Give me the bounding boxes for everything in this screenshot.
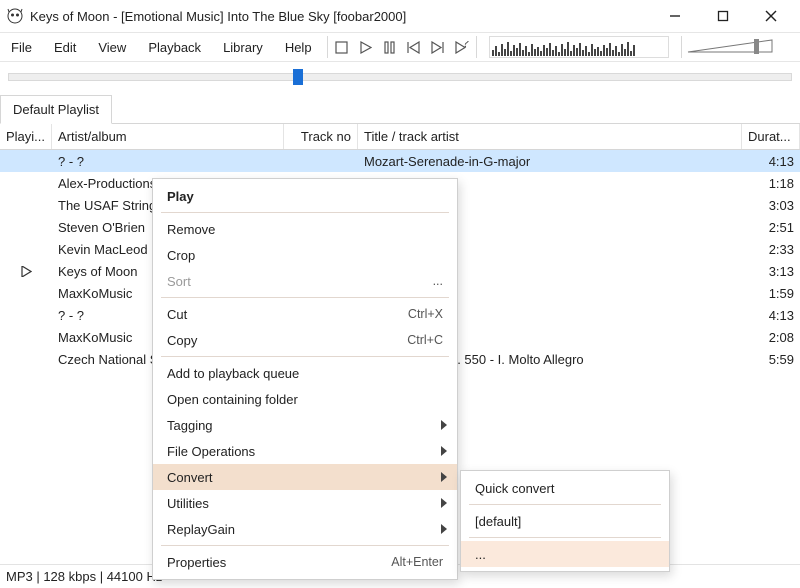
ctx-tagging[interactable]: Tagging xyxy=(153,412,457,438)
menu-file[interactable]: File xyxy=(0,36,43,59)
ctx-open-folder[interactable]: Open containing folder xyxy=(153,386,457,412)
ctx-utilities[interactable]: Utilities xyxy=(153,490,457,516)
submenu-default[interactable]: [default] xyxy=(461,508,669,534)
ctx-cut[interactable]: CutCtrl+X xyxy=(153,301,457,327)
window-title: Keys of Moon - [Emotional Music] Into Th… xyxy=(30,9,660,24)
chevron-right-icon xyxy=(441,524,447,534)
ctx-crop[interactable]: Crop xyxy=(153,242,457,268)
submenu-more[interactable]: ... xyxy=(461,541,669,567)
chevron-right-icon xyxy=(441,420,447,430)
chevron-right-icon xyxy=(441,472,447,482)
col-artist[interactable]: Artist/album xyxy=(52,124,284,149)
playback-toolbar: ? xyxy=(332,37,472,57)
menu-view[interactable]: View xyxy=(87,36,137,59)
col-playing[interactable]: Playi... xyxy=(0,124,52,149)
status-text: MP3 | 128 kbps | 44100 Hz xyxy=(6,569,162,584)
close-button[interactable] xyxy=(756,3,786,29)
context-menu: Play Remove Crop Sort... CutCtrl+X CopyC… xyxy=(152,178,458,580)
pause-button[interactable] xyxy=(380,37,400,57)
convert-submenu: Quick convert [default] ... xyxy=(460,470,670,572)
col-title[interactable]: Title / track artist xyxy=(358,124,742,149)
volume-slider[interactable] xyxy=(686,36,776,58)
ctx-convert[interactable]: Convert xyxy=(153,464,457,490)
col-duration[interactable]: Durat... xyxy=(742,124,800,149)
seek-bar[interactable] xyxy=(8,66,792,88)
tab-default-playlist[interactable]: Default Playlist xyxy=(0,95,112,124)
titlebar: Keys of Moon - [Emotional Music] Into Th… xyxy=(0,0,800,32)
menu-help[interactable]: Help xyxy=(274,36,323,59)
menu-edit[interactable]: Edit xyxy=(43,36,87,59)
app-icon xyxy=(6,7,24,25)
ctx-play[interactable]: Play xyxy=(153,183,457,209)
playlist-tabs: Default Playlist xyxy=(0,94,800,124)
menubar: FileEditViewPlaybackLibraryHelp ? xyxy=(0,32,800,62)
minimize-button[interactable] xyxy=(660,3,690,29)
ctx-file-operations[interactable]: File Operations xyxy=(153,438,457,464)
playing-icon xyxy=(21,266,32,277)
prev-button[interactable] xyxy=(404,37,424,57)
maximize-button[interactable] xyxy=(708,3,738,29)
ctx-replaygain[interactable]: ReplayGain xyxy=(153,516,457,542)
random-button[interactable]: ? xyxy=(452,37,472,57)
chevron-right-icon xyxy=(441,498,447,508)
svg-text:?: ? xyxy=(462,41,469,50)
column-headers: Playi... Artist/album Track no Title / t… xyxy=(0,124,800,150)
submenu-quick-convert[interactable]: Quick convert xyxy=(461,475,669,501)
stop-button[interactable] xyxy=(332,37,352,57)
play-button[interactable] xyxy=(356,37,376,57)
visualizer xyxy=(489,36,669,58)
chevron-right-icon xyxy=(441,446,447,456)
ctx-copy[interactable]: CopyCtrl+C xyxy=(153,327,457,353)
table-row[interactable]: ? - ?Mozart-Serenade-in-G-major4:13 xyxy=(0,150,800,172)
ctx-sort[interactable]: Sort... xyxy=(153,268,457,294)
ctx-properties[interactable]: PropertiesAlt+Enter xyxy=(153,549,457,575)
menu-playback[interactable]: Playback xyxy=(137,36,212,59)
menu-library[interactable]: Library xyxy=(212,36,274,59)
col-trackno[interactable]: Track no xyxy=(284,124,358,149)
ctx-remove[interactable]: Remove xyxy=(153,216,457,242)
ctx-add-queue[interactable]: Add to playback queue xyxy=(153,360,457,386)
next-button[interactable] xyxy=(428,37,448,57)
